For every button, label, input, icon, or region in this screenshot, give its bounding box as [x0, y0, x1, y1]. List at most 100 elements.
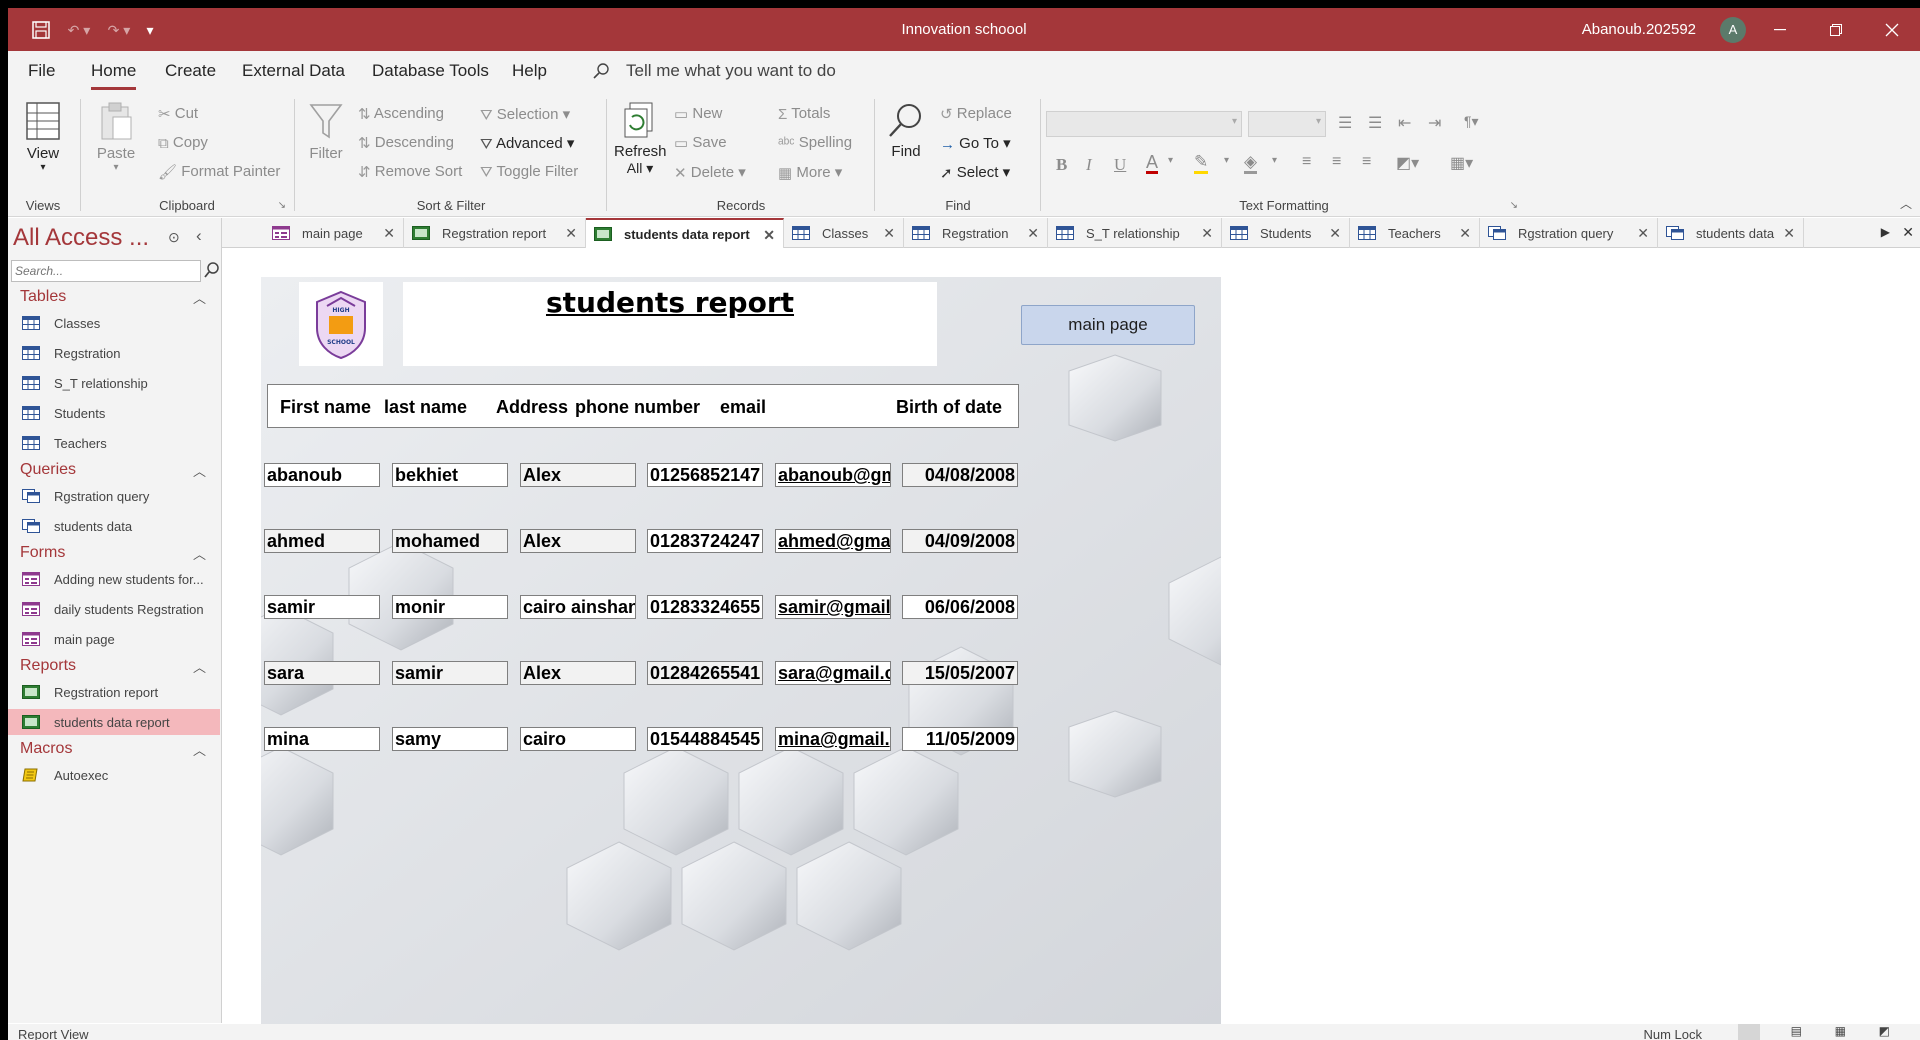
totals-button[interactable]: Σ Totals: [778, 105, 830, 123]
close-icon[interactable]: ✕: [1783, 225, 1795, 242]
collapse-icon[interactable]: ︿: [193, 288, 206, 307]
restore-icon[interactable]: [1808, 8, 1864, 51]
nav-item-students-data-report[interactable]: students data report: [8, 709, 220, 735]
paragraph-icon[interactable]: ¶▾: [1464, 113, 1479, 130]
more-button[interactable]: ▦ More ▾: [778, 163, 842, 182]
nav-section-forms[interactable]: Forms ︿: [20, 544, 216, 562]
gridlines-icon[interactable]: ▦▾: [1450, 153, 1473, 173]
close-icon[interactable]: ✕: [1027, 225, 1039, 242]
new-record-button[interactable]: ▭ New: [674, 105, 722, 123]
nav-item-s-t-relationship[interactable]: S_T relationship: [8, 370, 220, 396]
nav-item-main-page[interactable]: main page: [8, 626, 220, 652]
close-icon[interactable]: ✕: [883, 225, 895, 242]
go-to-button[interactable]: → Go To ▾: [940, 134, 1011, 153]
close-icon[interactable]: ✕: [1637, 225, 1649, 242]
numbering-icon[interactable]: ☰: [1368, 113, 1382, 133]
paste-button[interactable]: Paste ▾: [94, 101, 138, 173]
collapse-icon[interactable]: ︿: [193, 544, 206, 563]
fill-color-icon[interactable]: ◈: [1244, 153, 1258, 174]
font-color-dropdown-icon[interactable]: ▾: [1168, 155, 1173, 166]
nav-item-daily-students-regstration[interactable]: daily students Regstration: [8, 596, 220, 622]
align-left-icon[interactable]: ≡: [1302, 153, 1311, 171]
collapse-icon[interactable]: ︿: [193, 657, 206, 676]
nav-section-macros[interactable]: Macros ︿: [20, 740, 216, 758]
italic-button[interactable]: I: [1086, 155, 1092, 175]
dialog-launcher-icon[interactable]: ↘: [278, 200, 286, 211]
font-size-combo[interactable]: ▾: [1248, 111, 1326, 137]
save-record-button[interactable]: ▭ Save: [674, 134, 727, 152]
copy-button[interactable]: ⧉ Copy: [158, 134, 208, 152]
tab-rgstration-query[interactable]: Rgstration query ✕: [1480, 218, 1658, 248]
search-icon[interactable]: [204, 262, 220, 281]
tab-students[interactable]: Students ✕: [1222, 218, 1350, 248]
ascending-button[interactable]: ⇅ Ascending: [358, 105, 444, 123]
shutter-bar-close-icon[interactable]: ‹: [196, 226, 202, 246]
print-preview-icon[interactable]: ▤: [1791, 1024, 1802, 1038]
collapse-icon[interactable]: ︿: [193, 740, 206, 759]
scroll-tabs-right-icon[interactable]: ▶: [1881, 225, 1890, 239]
font-name-combo[interactable]: ▾: [1046, 111, 1242, 137]
select-button[interactable]: ➚ Select ▾: [940, 163, 1010, 182]
nav-item-classes[interactable]: Classes: [8, 310, 220, 336]
remove-sort-button[interactable]: ⇵ Remove Sort: [358, 163, 462, 181]
layout-view-icon[interactable]: ▦: [1835, 1024, 1846, 1038]
bullets-icon[interactable]: ☰: [1338, 113, 1352, 133]
fill-color-dropdown-icon[interactable]: ▾: [1272, 155, 1277, 166]
refresh-all-button[interactable]: Refresh All ▾: [614, 101, 667, 177]
close-icon[interactable]: ✕: [763, 227, 775, 244]
report-view-icon[interactable]: [1738, 1024, 1760, 1040]
tab-classes[interactable]: Classes ✕: [784, 218, 904, 248]
menu-file[interactable]: File: [28, 61, 55, 81]
nav-item-regstration-report[interactable]: Regstration report: [8, 679, 220, 705]
menu-database-tools[interactable]: Database Tools: [372, 61, 489, 81]
underline-button[interactable]: U: [1114, 155, 1126, 175]
design-view-icon[interactable]: ◩: [1879, 1024, 1890, 1038]
menu-create[interactable]: Create: [165, 61, 216, 81]
close-icon[interactable]: [1864, 8, 1920, 51]
align-right-icon[interactable]: ≡: [1362, 153, 1371, 171]
close-icon[interactable]: ✕: [565, 225, 577, 242]
close-icon[interactable]: ✕: [1201, 225, 1213, 242]
increase-indent-icon[interactable]: ⇥: [1428, 113, 1441, 133]
collapse-icon[interactable]: ︿: [193, 461, 206, 480]
nav-item-teachers[interactable]: Teachers: [8, 430, 220, 456]
nav-menu-icon[interactable]: ⊙: [168, 229, 180, 246]
collapse-ribbon-icon[interactable]: ︿: [1900, 195, 1912, 212]
nav-item-regstration[interactable]: Regstration: [8, 340, 220, 366]
menu-help[interactable]: Help: [512, 61, 547, 81]
tab-s-t-relationship[interactable]: S_T relationship ✕: [1048, 218, 1222, 248]
replace-button[interactable]: ↺ Replace: [940, 105, 1012, 123]
decrease-indent-icon[interactable]: ⇤: [1398, 113, 1411, 133]
tab-regstration[interactable]: Regstration ✕: [904, 218, 1048, 248]
user-name[interactable]: Abanoub.202592: [1582, 21, 1696, 38]
format-painter-button[interactable]: 🖌 Format Painter: [158, 163, 280, 181]
nav-item-students-data[interactable]: students data: [8, 513, 220, 539]
close-icon[interactable]: ✕: [1459, 225, 1471, 242]
menu-home[interactable]: Home: [91, 61, 137, 90]
toggle-filter-button[interactable]: ⛛ Toggle Filter: [480, 163, 578, 181]
highlight-dropdown-icon[interactable]: ▾: [1224, 155, 1229, 166]
advanced-button[interactable]: ⛛ Advanced ▾: [480, 134, 574, 153]
nav-section-queries[interactable]: Queries ︿: [20, 461, 216, 479]
tell-me-search[interactable]: Tell me what you want to do: [626, 61, 836, 81]
close-all-tabs-icon[interactable]: ✕: [1902, 224, 1914, 241]
view-button[interactable]: View ▾: [18, 101, 68, 173]
nav-item-adding-new-students-form[interactable]: Adding new students for...: [8, 566, 220, 592]
filter-button[interactable]: Filter: [306, 101, 346, 162]
tab-regstration-report[interactable]: Regstration report ✕: [404, 218, 586, 248]
bold-button[interactable]: B: [1056, 155, 1067, 175]
tab-students-data[interactable]: students data ✕: [1658, 218, 1804, 248]
close-icon[interactable]: ✕: [383, 225, 395, 242]
dialog-launcher-icon[interactable]: ↘: [1510, 200, 1518, 211]
close-icon[interactable]: ✕: [1329, 225, 1341, 242]
nav-item-rgstration-query[interactable]: Rgstration query: [8, 483, 220, 509]
avatar[interactable]: A: [1720, 17, 1746, 43]
align-center-icon[interactable]: ≡: [1332, 153, 1341, 171]
tab-main-page[interactable]: main page ✕: [264, 218, 404, 248]
main-page-button[interactable]: main page: [1021, 305, 1195, 345]
find-button[interactable]: Find: [884, 101, 928, 160]
spelling-button[interactable]: ᵃᵇᶜ Spelling: [778, 134, 852, 152]
nav-section-tables[interactable]: Tables ︿: [20, 288, 216, 306]
nav-section-reports[interactable]: Reports ︿: [20, 657, 216, 675]
nav-search-input[interactable]: [11, 260, 201, 282]
